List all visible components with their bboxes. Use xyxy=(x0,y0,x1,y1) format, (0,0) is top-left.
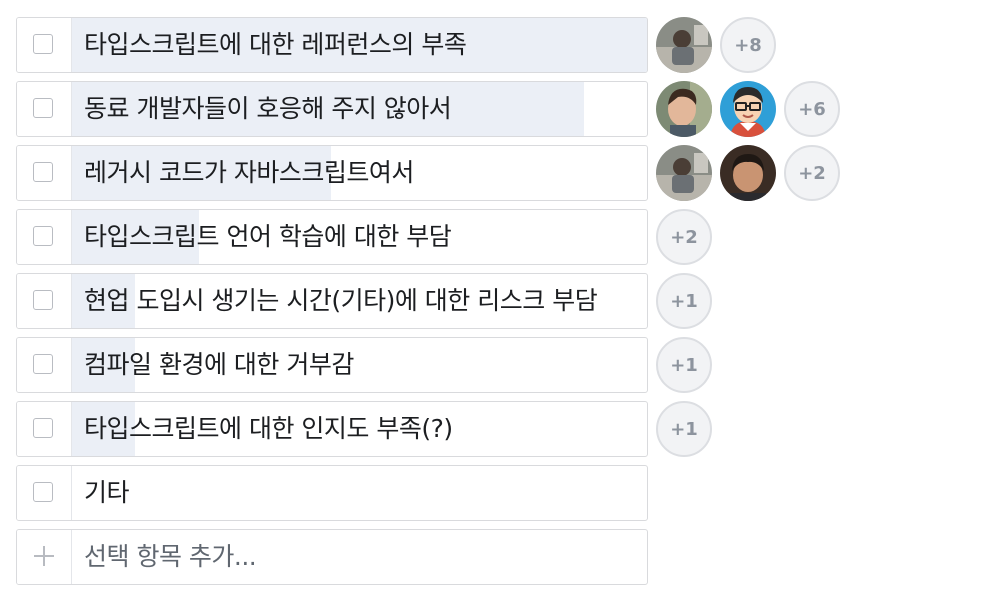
poll-option[interactable]: 기타 xyxy=(16,465,648,521)
option-checkbox[interactable] xyxy=(33,226,53,246)
option-checkbox[interactable] xyxy=(33,354,53,374)
voter-list: +8 xyxy=(656,17,776,73)
poll-option-row: 기타 xyxy=(16,465,976,521)
option-label: 타입스크립트 언어 학습에 대한 부담 xyxy=(84,222,452,251)
checkbox-cell xyxy=(17,402,72,456)
option-checkbox[interactable] xyxy=(33,418,53,438)
checkbox-cell xyxy=(17,210,72,264)
option-checkbox[interactable] xyxy=(33,482,53,502)
checkbox-cell xyxy=(17,18,72,72)
voter-list: +2 xyxy=(656,145,840,201)
plus-icon xyxy=(31,543,57,569)
poll-option[interactable]: 타입스크립트에 대한 인지도 부족(?) xyxy=(16,401,648,457)
add-option-field[interactable]: 선택 항목 추가... xyxy=(16,529,648,585)
checkbox-cell xyxy=(17,82,72,136)
poll-option-row: 타입스크립트 언어 학습에 대한 부담 +2 xyxy=(16,209,976,265)
add-option-placeholder: 선택 항목 추가... xyxy=(84,542,257,571)
option-checkbox[interactable] xyxy=(33,290,53,310)
more-voters-badge[interactable]: +8 xyxy=(720,17,776,73)
option-label: 타입스크립트에 대한 인지도 부족(?) xyxy=(84,414,453,443)
option-label: 컴파일 환경에 대한 거부감 xyxy=(84,350,354,379)
checkbox-cell xyxy=(17,466,72,520)
more-voters-badge[interactable]: +2 xyxy=(656,209,712,265)
poll-option[interactable]: 컴파일 환경에 대한 거부감 xyxy=(16,337,648,393)
more-voters-badge[interactable]: +1 xyxy=(656,337,712,393)
poll: 타입스크립트에 대한 레퍼런스의 부족 +8 동료 개발자들이 호응해 주지 않… xyxy=(16,17,976,585)
option-checkbox[interactable] xyxy=(33,162,53,182)
poll-option-row: 동료 개발자들이 호응해 주지 않아서 +6 xyxy=(16,81,976,137)
checkbox-cell xyxy=(17,338,72,392)
option-label: 타입스크립트에 대한 레퍼런스의 부족 xyxy=(84,30,467,59)
poll-option-row: 타입스크립트에 대한 인지도 부족(?) +1 xyxy=(16,401,976,457)
poll-option[interactable]: 현업 도입시 생기는 시간(기타)에 대한 리스크 부담 xyxy=(16,273,648,329)
poll-option-row: 현업 도입시 생기는 시간(기타)에 대한 리스크 부담 +1 xyxy=(16,273,976,329)
plus-cell xyxy=(17,530,72,584)
option-label: 기타 xyxy=(84,478,130,507)
option-label: 레거시 코드가 자바스크립트여서 xyxy=(84,158,414,187)
avatar[interactable] xyxy=(656,17,712,73)
avatar[interactable] xyxy=(720,145,776,201)
poll-option-row: 레거시 코드가 자바스크립트여서 +2 xyxy=(16,145,976,201)
voter-list: +1 xyxy=(656,401,712,457)
poll-option-row: 타입스크립트에 대한 레퍼런스의 부족 +8 xyxy=(16,17,976,73)
checkbox-cell xyxy=(17,274,72,328)
voter-list: +1 xyxy=(656,337,712,393)
voter-list: +6 xyxy=(656,81,840,137)
poll-option[interactable]: 레거시 코드가 자바스크립트여서 xyxy=(16,145,648,201)
poll-option[interactable]: 타입스크립트에 대한 레퍼런스의 부족 xyxy=(16,17,648,73)
checkbox-cell xyxy=(17,146,72,200)
option-checkbox[interactable] xyxy=(33,34,53,54)
poll-option[interactable]: 타입스크립트 언어 학습에 대한 부담 xyxy=(16,209,648,265)
add-option-row: 선택 항목 추가... xyxy=(16,529,976,585)
option-label: 동료 개발자들이 호응해 주지 않아서 xyxy=(84,94,452,123)
more-voters-badge[interactable]: +1 xyxy=(656,401,712,457)
avatar[interactable] xyxy=(720,81,776,137)
option-checkbox[interactable] xyxy=(33,98,53,118)
avatar[interactable] xyxy=(656,145,712,201)
option-label: 현업 도입시 생기는 시간(기타)에 대한 리스크 부담 xyxy=(84,286,598,315)
more-voters-badge[interactable]: +1 xyxy=(656,273,712,329)
voter-list: +2 xyxy=(656,209,712,265)
poll-option[interactable]: 동료 개발자들이 호응해 주지 않아서 xyxy=(16,81,648,137)
more-voters-badge[interactable]: +6 xyxy=(784,81,840,137)
voter-list: +1 xyxy=(656,273,712,329)
more-voters-badge[interactable]: +2 xyxy=(784,145,840,201)
poll-option-row: 컴파일 환경에 대한 거부감 +1 xyxy=(16,337,976,393)
avatar[interactable] xyxy=(656,81,712,137)
